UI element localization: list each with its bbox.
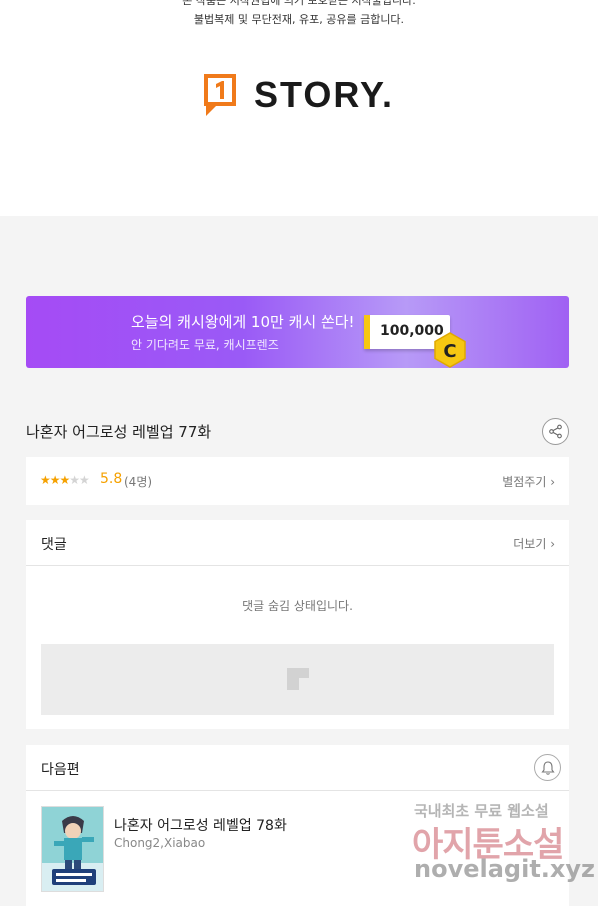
coin-letter: C (443, 341, 456, 362)
next-episode-title[interactable]: 나혼자 어그로성 레벨업 78화 (114, 815, 287, 835)
next-episode-thumbnail[interactable] (41, 806, 104, 892)
star-icon-empty: ★★ (69, 473, 89, 487)
copyright-warning: 불법복제 및 무단전재, 유포, 공유를 금합니다. (193, 13, 405, 26)
onestory-logo: STORY. (202, 70, 394, 120)
ad-placeholder-icon (287, 668, 309, 690)
ad-placeholder[interactable] (41, 644, 554, 715)
banner-subtitle: 안 기다려도 무료, 캐시프렌즈 (131, 338, 279, 352)
cash-event-banner[interactable]: 오늘의 캐시왕에게 10만 캐시 쏜다! 안 기다려도 무료, 캐시프렌즈 10… (26, 296, 569, 368)
comments-card: 댓글 더보기 › 댓글 숨김 상태입니다. (26, 520, 569, 729)
next-episode-author: Chong2,Xiabao (114, 836, 206, 850)
divider (26, 565, 569, 566)
star-rating: ★★★★★ (40, 473, 90, 487)
banner-title: 오늘의 캐시왕에게 10만 캐시 쏜다! (131, 313, 355, 331)
comments-more-button[interactable]: 더보기 › (513, 535, 555, 552)
subscribe-alert-button[interactable] (534, 754, 561, 781)
star-icon-filled: ★★★ (40, 473, 70, 487)
bell-icon (540, 760, 555, 775)
divider (26, 790, 569, 791)
share-button[interactable] (542, 418, 569, 445)
rating-card: ★★★★★ 5.8 (4명) 별점주기 › (26, 457, 569, 505)
cover-art-image (42, 807, 103, 891)
copyright-section: 본 작품은 저작권법에 의거 보호받는 저작물입니다. 불법복제 및 무단전재,… (0, 0, 598, 216)
rating-score: 5.8 (100, 471, 123, 487)
rating-count: (4명) (124, 475, 153, 489)
comments-heading: 댓글 (41, 537, 67, 553)
rate-button[interactable]: 별점주기 › (502, 473, 555, 490)
logo-text: STORY. (254, 74, 395, 115)
watermark-domain: novelagit.xyz (414, 855, 596, 883)
share-icon (549, 424, 562, 439)
episode-title: 나혼자 어그로성 레벨업 77화 (26, 423, 212, 441)
logo-mark-icon (204, 74, 236, 116)
cash-coin-icon: C (434, 332, 466, 368)
copyright-notice: 본 작품은 저작권법에 의거 보호받는 저작물입니다. (182, 0, 416, 7)
next-heading: 다음편 (41, 762, 80, 778)
comments-hidden-message: 댓글 숨김 상태입니다. (242, 599, 353, 613)
